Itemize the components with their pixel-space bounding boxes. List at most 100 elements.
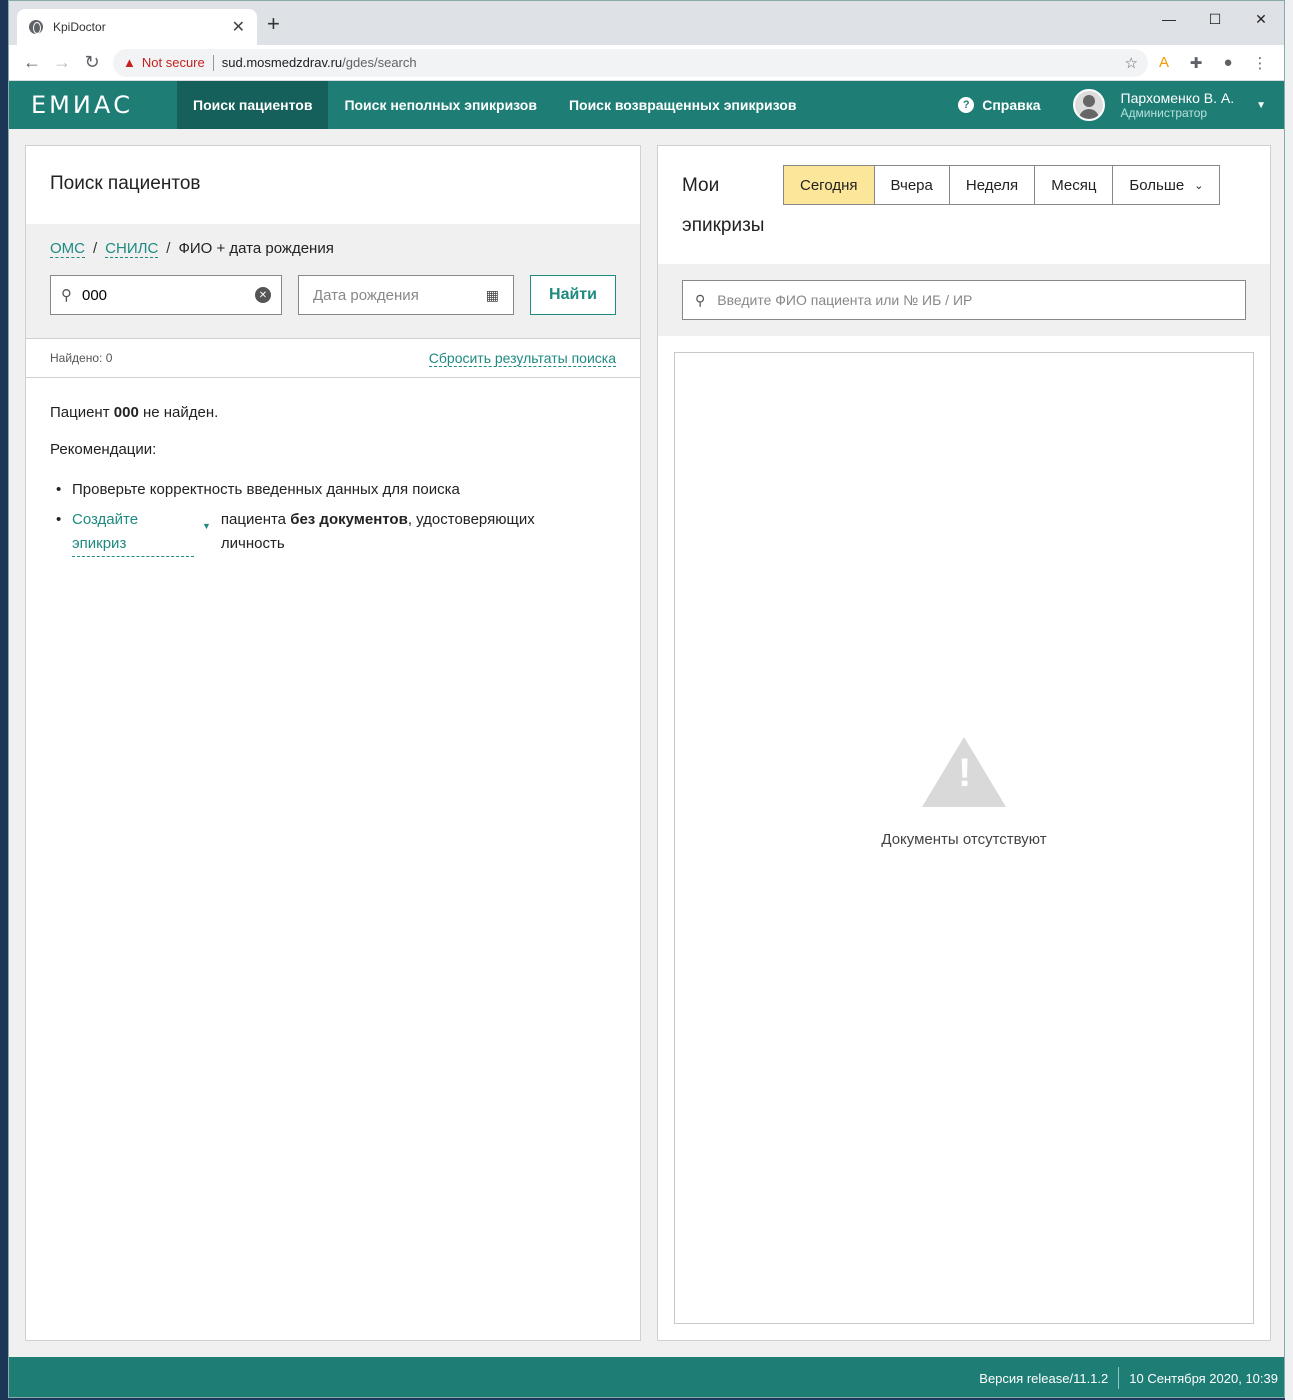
epicrises-header: Мои эпикризы Сегодня Вчера Неделя Месяц … [658, 146, 1270, 264]
address-bar: ← → ↻ ▲ Not secure sud.mosmedzdrav.ru/gd… [9, 45, 1284, 81]
version-label: Версия release/11.1.2 [979, 1370, 1109, 1386]
warning-triangle-icon: ! [922, 737, 1006, 807]
epicrises-search-input[interactable]: ⚲ Введите ФИО пациента или № ИБ / ИР [682, 280, 1246, 320]
search-placeholder: Введите ФИО пациента или № ИБ / ИР [717, 292, 973, 308]
period-filter: Сегодня Вчера Неделя Месяц Больше ⌄ [783, 165, 1221, 205]
forward-icon[interactable]: → [47, 52, 77, 73]
period-today[interactable]: Сегодня [784, 166, 875, 204]
recommendations-heading: Рекомендации: [50, 441, 157, 458]
mode-oms-link[interactable]: ОМС [50, 240, 85, 258]
reset-search-link[interactable]: Сбросить результаты поиска [428, 350, 616, 367]
avatar [1072, 89, 1105, 121]
caret-down-icon[interactable]: ▼ [202, 508, 211, 557]
clear-icon[interactable]: ✕ [255, 287, 271, 303]
help-link[interactable]: ? Справка [958, 97, 1041, 113]
search-form: ОМС / СНИЛС / ФИО + дата рождения ⚲ 000 ✕ Да… [26, 224, 640, 338]
question-icon: ? [958, 97, 975, 113]
empty-state-text: Документы отсутствуют [881, 831, 1047, 848]
mode-snils-link[interactable]: СНИЛС [105, 240, 159, 258]
search-icon: ⚲ [61, 287, 72, 304]
birthdate-input[interactable]: Дата рождения ▦ [298, 275, 514, 315]
app-footer: Версия release/11.1.2 10 Сентября 2020, … [9, 1357, 1284, 1397]
period-month[interactable]: Месяц [1035, 166, 1114, 204]
reload-icon[interactable]: ↻ [77, 52, 107, 73]
calendar-icon[interactable]: ▦ [486, 287, 499, 304]
background-window-edge [1285, 0, 1293, 1400]
fio-search-input[interactable]: ⚲ 000 ✕ [50, 275, 282, 315]
empty-state: ! Документы отсутствуют [675, 737, 1253, 848]
period-more-label: Больше [1129, 176, 1185, 194]
tab-bar: KpiDoctor ✕ + — ☐ ✕ [9, 1, 1284, 45]
chevron-down-icon: ⌄ [1194, 179, 1204, 192]
minimize-icon[interactable]: — [1146, 5, 1192, 33]
fio-value[interactable]: 000 [82, 287, 255, 304]
mode-fio-current: ФИО + дата рождения [178, 240, 334, 257]
epicrises-search: ⚲ Введите ФИО пациента или № ИБ / ИР [658, 264, 1270, 336]
main-content: Поиск пациентов ОМС / СНИЛС / ФИО + дата рож… [9, 129, 1284, 1357]
tab-title: KpiDoctor [53, 20, 106, 34]
results-summary: Найдено: 0 Сбросить результаты поиска [26, 338, 640, 378]
divider [1118, 1367, 1120, 1389]
recommendation-item: Создайте эпикриз ▼ пациента без документ… [56, 508, 616, 557]
help-label: Справка [982, 97, 1041, 113]
datetime-label: 10 Сентября 2020, 10:39 [1129, 1370, 1278, 1386]
security-label[interactable]: Not secure [142, 55, 205, 70]
search-row: ⚲ 000 ✕ Дата рождения ▦ Найти [50, 275, 616, 315]
nav-patient-search[interactable]: Поиск пациентов [177, 81, 329, 129]
warning-icon: ▲ [123, 55, 136, 70]
user-name: Пархоменко В. А. [1120, 90, 1235, 106]
period-more-dropdown[interactable]: Больше ⌄ [1113, 166, 1219, 204]
not-found-suffix: не найден. [138, 404, 219, 421]
app-header: ЕМИАС Поиск пациентов Поиск неполных эпи… [9, 81, 1284, 129]
period-week[interactable]: Неделя [950, 166, 1036, 204]
url-text[interactable]: sud.mosmedzdrav.ru/gdes/search [222, 55, 417, 70]
extensions-puzzle-icon[interactable]: ✚ [1180, 54, 1212, 72]
maximize-icon[interactable]: ☐ [1192, 5, 1238, 33]
find-button[interactable]: Найти [530, 275, 616, 315]
not-found-text: Пациент 000 не найден. [50, 404, 616, 421]
user-role: Администратор [1120, 106, 1208, 120]
crumb-separator: / [93, 240, 98, 257]
globe-icon [29, 20, 43, 34]
birthdate-placeholder: Дата рождения [313, 286, 419, 304]
documents-list: ! Документы отсутствуют [674, 352, 1254, 1324]
nav-incomplete-epicrises[interactable]: Поиск неполных эпикризов [328, 81, 553, 129]
url-host: sud.mosmedzdrav.ru [221, 55, 343, 70]
patient-search-panel: Поиск пациентов ОМС / СНИЛС / ФИО + дата рож… [25, 145, 641, 1341]
browser-window: KpiDoctor ✕ + — ☐ ✕ ← → ↻ ▲ Not secure s… [8, 0, 1285, 1398]
divider [212, 54, 214, 71]
close-tab-icon[interactable]: ✕ [232, 17, 245, 37]
omnibox[interactable]: ▲ Not secure sud.mosmedzdrav.ru/gdes/sea… [113, 48, 1148, 77]
search-icon: ⚲ [695, 291, 706, 308]
extension-a-icon[interactable]: A [1148, 54, 1180, 71]
bookmark-star-icon[interactable]: ☆ [1125, 54, 1138, 72]
not-found-query: 000 [113, 404, 139, 421]
recommendations-list: Проверьте корректность введенных данных … [50, 478, 616, 557]
close-window-icon[interactable]: ✕ [1238, 5, 1284, 33]
browser-tab[interactable]: KpiDoctor ✕ [17, 9, 257, 45]
window-controls: — ☐ ✕ [1146, 5, 1284, 33]
search-result-message: Пациент 000 не найден. Рекомендации: Про… [26, 378, 640, 589]
search-mode-breadcrumb: ОМС / СНИЛС / ФИО + дата рождения [50, 240, 616, 258]
period-yesterday[interactable]: Вчера [875, 166, 950, 204]
user-menu[interactable]: Пархоменко В. А. Администратор ▼ [1072, 89, 1266, 121]
panel-title: Поиск пациентов [50, 173, 201, 194]
back-icon[interactable]: ← [17, 52, 47, 73]
recommendation-item: Проверьте корректность введенных данных … [56, 478, 616, 502]
rec2-bold: без документов [290, 511, 408, 528]
url-path: /gdes/search [342, 55, 417, 70]
not-found-prefix: Пациент [50, 404, 114, 421]
desktop-background [0, 0, 8, 1400]
menu-kebab-icon[interactable]: ⋮ [1244, 54, 1276, 72]
profile-icon[interactable]: ● [1212, 54, 1244, 71]
rec2-part1: пациента [220, 511, 291, 528]
found-count: Найдено: 0 [50, 351, 113, 365]
crumb-separator: / [166, 240, 171, 257]
create-epicrisis-dropdown[interactable]: Создайте эпикриз [72, 508, 194, 557]
emias-logo[interactable]: ЕМИАС [9, 91, 177, 119]
recommendation-text: пациента без документов, удостоверяющих … [221, 508, 571, 557]
panel-title: Мои эпикризы [682, 175, 765, 236]
nav-returned-epicrises[interactable]: Поиск возвращенных эпикризов [553, 81, 812, 129]
chevron-down-icon: ▼ [1256, 99, 1266, 111]
new-tab-button[interactable]: + [267, 13, 280, 35]
